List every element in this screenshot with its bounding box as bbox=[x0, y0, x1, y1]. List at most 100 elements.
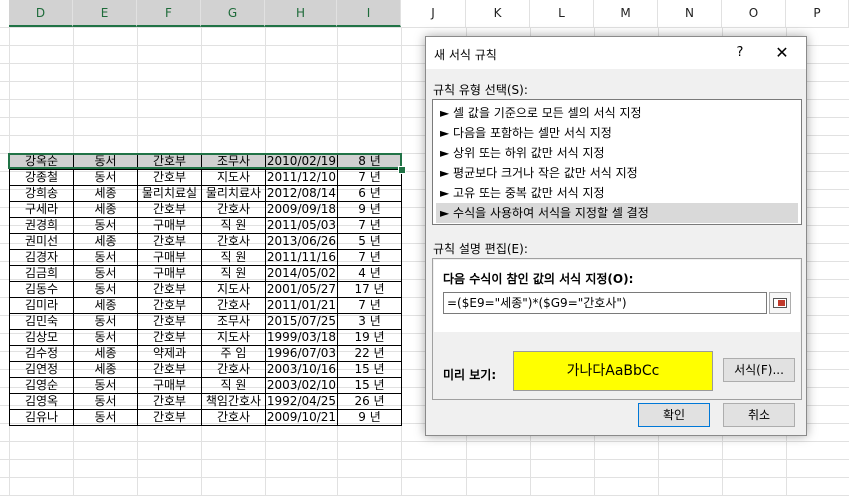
table-cell[interactable]: 김민숙 bbox=[9, 313, 74, 330]
table-cell[interactable]: 4 년 bbox=[337, 265, 402, 282]
column-header-m[interactable]: M bbox=[594, 0, 658, 27]
table-cell[interactable]: 강희송 bbox=[9, 185, 74, 202]
table-cell[interactable]: 구세라 bbox=[9, 201, 74, 218]
rule-type-item[interactable]: ► 평균보다 크거나 작은 값만 서식 지정 bbox=[436, 163, 798, 183]
cancel-button[interactable]: 취소 bbox=[723, 403, 795, 427]
table-cell[interactable]: 동서 bbox=[73, 409, 138, 426]
table-cell[interactable]: 약제과 bbox=[137, 345, 202, 362]
table-cell[interactable]: 2011/11/16 bbox=[265, 249, 338, 266]
column-header-j[interactable]: J bbox=[401, 0, 466, 27]
table-cell[interactable]: 간호부 bbox=[137, 233, 202, 250]
table-cell[interactable]: 동서 bbox=[73, 281, 138, 298]
table-cell[interactable]: 간호부 bbox=[137, 393, 202, 410]
table-cell[interactable]: 김상모 bbox=[9, 329, 74, 346]
table-cell[interactable]: 간호사 bbox=[201, 409, 266, 426]
table-cell[interactable]: 세종 bbox=[73, 233, 138, 250]
table-cell[interactable]: 주 임 bbox=[201, 345, 266, 362]
table-cell[interactable]: 간호부 bbox=[137, 409, 202, 426]
table-cell[interactable]: 2009/09/18 bbox=[265, 201, 338, 218]
table-cell[interactable]: 동서 bbox=[73, 249, 138, 266]
table-cell[interactable]: 구매부 bbox=[137, 265, 202, 282]
table-cell[interactable]: 김수정 bbox=[9, 345, 74, 362]
table-cell[interactable]: 동서 bbox=[73, 393, 138, 410]
table-cell[interactable]: 직 원 bbox=[201, 249, 266, 266]
ok-button[interactable]: 확인 bbox=[638, 403, 710, 427]
table-cell[interactable]: 동서 bbox=[73, 265, 138, 282]
column-header-k[interactable]: K bbox=[466, 0, 530, 27]
table-cell[interactable]: 세종 bbox=[73, 185, 138, 202]
table-cell[interactable]: 간호사 bbox=[201, 297, 266, 314]
table-cell[interactable]: 직 원 bbox=[201, 265, 266, 282]
table-cell[interactable]: 22 년 bbox=[337, 345, 402, 362]
table-cell[interactable]: 동서 bbox=[73, 153, 138, 170]
table-cell[interactable]: 구매부 bbox=[137, 217, 202, 234]
table-cell[interactable]: 15 년 bbox=[337, 377, 402, 394]
table-cell[interactable]: 김경자 bbox=[9, 249, 74, 266]
table-cell[interactable]: 조무사 bbox=[201, 313, 266, 330]
table-cell[interactable]: 김영옥 bbox=[9, 393, 74, 410]
table-cell[interactable]: 동서 bbox=[73, 329, 138, 346]
format-button[interactable]: 서식(F)... bbox=[723, 358, 795, 382]
table-cell[interactable]: 동서 bbox=[73, 169, 138, 186]
table-cell[interactable]: 지도사 bbox=[201, 169, 266, 186]
table-cell[interactable]: 김동수 bbox=[9, 281, 74, 298]
table-cell[interactable]: 간호사 bbox=[201, 361, 266, 378]
table-cell[interactable]: 2003/10/16 bbox=[265, 361, 338, 378]
table-cell[interactable]: 간호부 bbox=[137, 281, 202, 298]
table-cell[interactable]: 7 년 bbox=[337, 217, 402, 234]
table-cell[interactable]: 직 원 bbox=[201, 217, 266, 234]
table-cell[interactable]: 동서 bbox=[73, 217, 138, 234]
table-cell[interactable]: 책임간호사 bbox=[201, 393, 266, 410]
table-cell[interactable]: 2003/02/10 bbox=[265, 377, 338, 394]
collapse-dialog-button[interactable] bbox=[769, 292, 791, 314]
table-cell[interactable]: 지도사 bbox=[201, 281, 266, 298]
table-cell[interactable]: 간호부 bbox=[137, 201, 202, 218]
table-cell[interactable]: 물리치료실 bbox=[137, 185, 202, 202]
table-cell[interactable]: 간호부 bbox=[137, 313, 202, 330]
table-cell[interactable]: 김영순 bbox=[9, 377, 74, 394]
table-cell[interactable]: 2011/05/03 bbox=[265, 217, 338, 234]
table-cell[interactable]: 권미선 bbox=[9, 233, 74, 250]
table-cell[interactable]: 간호사 bbox=[201, 233, 266, 250]
table-cell[interactable]: 19 년 bbox=[337, 329, 402, 346]
table-cell[interactable]: 물리치료사 bbox=[201, 185, 266, 202]
table-cell[interactable]: 김미라 bbox=[9, 297, 74, 314]
table-cell[interactable]: 1996/07/03 bbox=[265, 345, 338, 362]
table-cell[interactable]: 9 년 bbox=[337, 409, 402, 426]
table-cell[interactable]: 2001/05/27 bbox=[265, 281, 338, 298]
table-cell[interactable]: 강종철 bbox=[9, 169, 74, 186]
table-cell[interactable]: 1992/04/25 bbox=[265, 393, 338, 410]
table-cell[interactable]: 직 원 bbox=[201, 377, 266, 394]
table-cell[interactable]: 15 년 bbox=[337, 361, 402, 378]
column-header-l[interactable]: L bbox=[530, 0, 594, 27]
table-cell[interactable]: 세종 bbox=[73, 297, 138, 314]
rule-type-item[interactable]: ► 수식을 사용하여 서식을 지정할 셀 결정 bbox=[436, 203, 798, 223]
table-cell[interactable]: 2013/06/26 bbox=[265, 233, 338, 250]
close-button[interactable]: ✕ bbox=[769, 43, 795, 63]
table-cell[interactable]: 5 년 bbox=[337, 233, 402, 250]
table-cell[interactable]: 지도사 bbox=[201, 329, 266, 346]
table-cell[interactable]: 세종 bbox=[73, 201, 138, 218]
table-cell[interactable]: 2010/02/19 bbox=[265, 153, 338, 170]
table-cell[interactable]: 3 년 bbox=[337, 313, 402, 330]
rule-type-list[interactable]: ► 셀 값을 기준으로 모든 셀의 서식 지정 ► 다음을 포함하는 셀만 서식 … bbox=[432, 99, 802, 225]
table-cell[interactable]: 세종 bbox=[73, 361, 138, 378]
table-cell[interactable]: 권경희 bbox=[9, 217, 74, 234]
table-cell[interactable]: 세종 bbox=[73, 345, 138, 362]
rule-type-item[interactable]: ► 다음을 포함하는 셀만 서식 지정 bbox=[436, 123, 798, 143]
table-cell[interactable]: 2011/12/10 bbox=[265, 169, 338, 186]
column-header-i[interactable]: I bbox=[337, 0, 401, 27]
fill-handle[interactable] bbox=[398, 166, 406, 174]
table-cell[interactable]: 2015/07/25 bbox=[265, 313, 338, 330]
table-cell[interactable]: 동서 bbox=[73, 313, 138, 330]
column-header-d[interactable]: D bbox=[9, 0, 73, 27]
column-header-f[interactable]: F bbox=[137, 0, 201, 27]
table-cell[interactable]: 김유나 bbox=[9, 409, 74, 426]
table-cell[interactable]: 간호부 bbox=[137, 297, 202, 314]
table-cell[interactable]: 간호사 bbox=[201, 201, 266, 218]
table-cell[interactable]: 2011/01/21 bbox=[265, 297, 338, 314]
table-cell[interactable]: 간호부 bbox=[137, 153, 202, 170]
column-header-h[interactable]: H bbox=[265, 0, 337, 27]
rule-type-item[interactable]: ► 셀 값을 기준으로 모든 셀의 서식 지정 bbox=[436, 103, 798, 123]
table-cell[interactable]: 9 년 bbox=[337, 201, 402, 218]
